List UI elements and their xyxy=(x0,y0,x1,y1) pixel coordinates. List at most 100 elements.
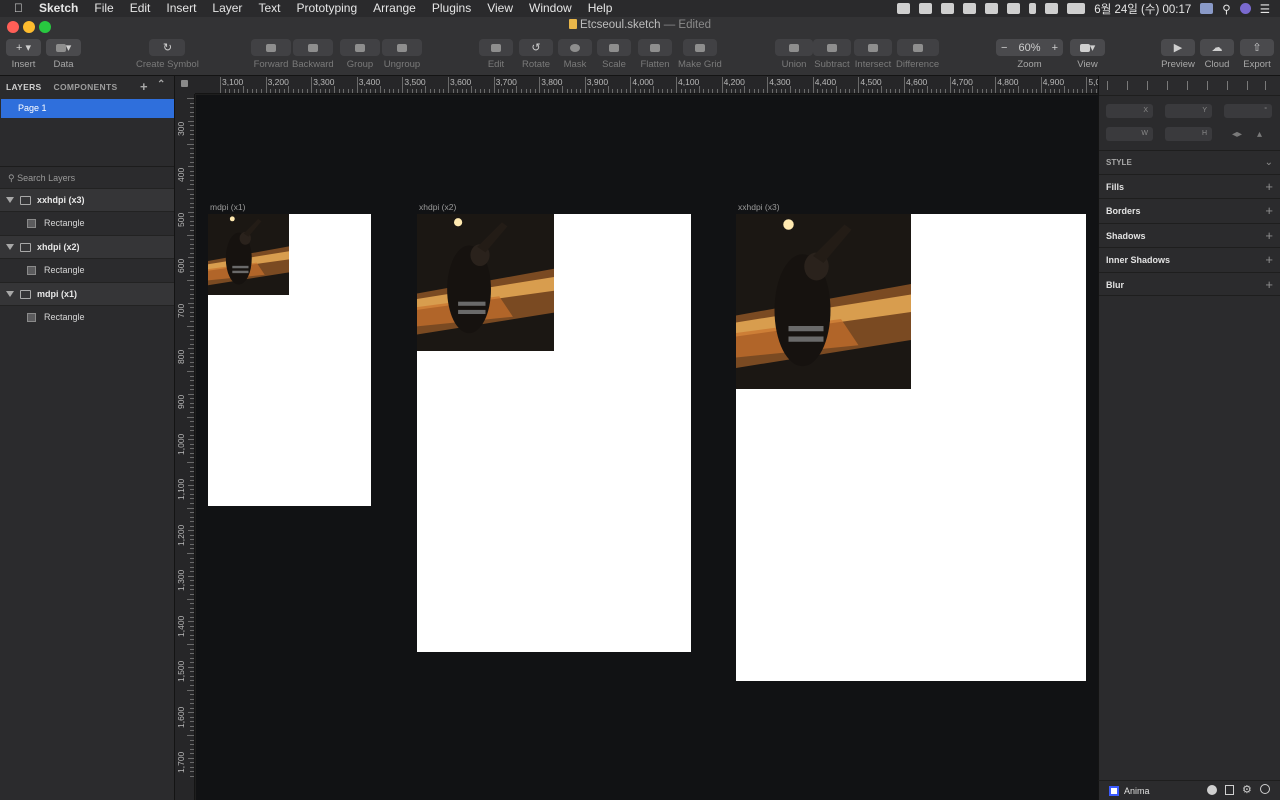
ungroup-icon[interactable] xyxy=(382,39,422,56)
blur-section[interactable]: Blur + xyxy=(1099,272,1280,296)
edit-icon[interactable] xyxy=(479,39,513,56)
menu-help[interactable]: Help xyxy=(580,0,621,17)
union-tool[interactable]: Union xyxy=(775,39,813,70)
add-shadow-icon[interactable]: + xyxy=(1265,224,1273,248)
anima-close-icon[interactable] xyxy=(1260,784,1270,794)
us-flag-icon[interactable] xyxy=(1200,3,1214,14)
disclosure-icon[interactable] xyxy=(6,197,14,203)
photo-rectangle[interactable] xyxy=(417,214,554,351)
dictionary-icon[interactable] xyxy=(963,3,977,14)
flatten-tool[interactable]: Flatten xyxy=(638,39,672,70)
photo-rectangle[interactable] xyxy=(736,214,911,389)
clock-text[interactable]: 6월 24일 (수) 00:17 xyxy=(1094,1,1191,17)
rotation-field[interactable]: ° xyxy=(1224,104,1272,118)
zoom-in-icon[interactable]: + xyxy=(1052,42,1058,54)
menu-file[interactable]: File xyxy=(86,0,121,17)
scale-icon[interactable] xyxy=(597,39,631,56)
cloud-tool[interactable]: ☁ Cloud xyxy=(1200,39,1234,70)
align-middle-icon[interactable] xyxy=(1207,81,1216,90)
apple-icon[interactable]:  xyxy=(0,0,31,17)
x-field[interactable]: X xyxy=(1106,104,1153,118)
anima-settings-icon[interactable]: ⚙ xyxy=(1242,783,1252,796)
edit-tool[interactable]: Edit xyxy=(479,39,513,70)
zoom-control[interactable]: − 60% + Zoom xyxy=(996,39,1063,70)
artboard-xxhdpi[interactable] xyxy=(736,214,1086,681)
rotate-icon[interactable]: ↺ xyxy=(519,39,553,56)
artboard-title[interactable]: xhdpi (x2) xyxy=(419,202,456,212)
menu-plugins[interactable]: Plugins xyxy=(424,0,479,17)
menu-layer[interactable]: Layer xyxy=(204,0,250,17)
tab-components[interactable]: COMPONENTS xyxy=(48,82,124,92)
anima-label[interactable]: Anima xyxy=(1124,786,1150,796)
view-tool[interactable]: ▾ View xyxy=(1070,39,1105,70)
data-layers-icon[interactable]: ▾ xyxy=(46,39,81,56)
zoom-out-icon[interactable]: − xyxy=(1001,42,1007,54)
flip-horizontal-icon[interactable]: ◂▸ xyxy=(1232,129,1242,140)
mask-tool[interactable]: Mask xyxy=(558,39,592,70)
flip-vertical-icon[interactable]: ▴ xyxy=(1257,129,1262,140)
menu-window[interactable]: Window xyxy=(521,0,580,17)
menu-edit[interactable]: Edit xyxy=(122,0,159,17)
mask-icon[interactable] xyxy=(558,39,592,56)
fills-section[interactable]: Fills + xyxy=(1099,174,1280,198)
align-center-icon[interactable] xyxy=(1127,81,1136,90)
artboard-title[interactable]: mdpi (x1) xyxy=(210,202,245,212)
cloud-icon[interactable] xyxy=(919,3,933,14)
intersect-icon[interactable] xyxy=(854,39,892,56)
tab-layers[interactable]: LAYERS xyxy=(0,82,48,92)
add-fill-icon[interactable]: + xyxy=(1265,175,1273,199)
search-layers-placeholder[interactable]: Search Layers xyxy=(17,173,75,183)
create-symbol-tool[interactable]: ↻ Create Symbol xyxy=(136,39,199,70)
add-inner-shadow-icon[interactable]: + xyxy=(1265,248,1273,272)
photo-rectangle[interactable] xyxy=(208,214,289,295)
artboard-mdpi[interactable] xyxy=(208,214,371,506)
menu-text[interactable]: Text xyxy=(250,0,288,17)
export-icon[interactable]: ⇧ xyxy=(1240,39,1274,56)
rotate-tool[interactable]: ↺ Rotate xyxy=(519,39,553,70)
distribute-horizontal-icon[interactable] xyxy=(1147,81,1156,90)
siri-icon[interactable] xyxy=(1239,3,1251,14)
shadows-section[interactable]: Shadows + xyxy=(1099,223,1280,247)
artboard-xhdpi[interactable] xyxy=(417,214,691,652)
zoom-stepper[interactable]: − 60% + xyxy=(996,39,1063,56)
subtract-icon[interactable] xyxy=(813,39,851,56)
ungroup-tool[interactable]: Ungroup xyxy=(382,39,422,70)
preview-tool[interactable]: ▶ Preview xyxy=(1161,39,1195,70)
style-header[interactable]: STYLE ⌄ xyxy=(1099,150,1280,174)
spotlight-icon[interactable]: ⚲ xyxy=(1222,2,1230,16)
layer-rectangle[interactable]: Rectangle xyxy=(0,258,174,281)
borders-section[interactable]: Borders + xyxy=(1099,198,1280,222)
subtract-tool[interactable]: Subtract xyxy=(813,39,851,70)
align-right-icon[interactable] xyxy=(1167,81,1176,90)
menu-app[interactable]: Sketch xyxy=(31,0,86,17)
page-list-item[interactable]: Page 1 xyxy=(1,99,174,118)
layer-group-mdpi[interactable]: mdpi (x1) xyxy=(0,282,174,305)
artboard-title[interactable]: xxhdpi (x3) xyxy=(738,202,780,212)
data-tool[interactable]: ▾ Data xyxy=(46,39,81,70)
plus-icon[interactable]: + ▾ xyxy=(6,39,41,56)
backward-tool[interactable]: Backward xyxy=(292,39,334,70)
disclosure-icon[interactable] xyxy=(6,291,14,297)
vertical-ruler[interactable]: 300 400 500 600 700 800 900 1,000 1,100 1,200 1,30… xyxy=(175,94,195,800)
collapse-pages-icon[interactable]: ⌃ xyxy=(157,79,166,90)
menu-arrange[interactable]: Arrange xyxy=(365,0,424,17)
difference-tool[interactable]: Difference xyxy=(896,39,939,70)
layer-group-xxhdpi[interactable]: xxhdpi (x3) xyxy=(0,188,174,211)
owl-icon[interactable] xyxy=(985,3,999,14)
flatten-icon[interactable] xyxy=(638,39,672,56)
lock-icon[interactable] xyxy=(181,80,188,87)
inner-shadows-section[interactable]: Inner Shadows + xyxy=(1099,247,1280,271)
cloud-upload-icon[interactable]: ☁ xyxy=(1200,39,1234,56)
union-icon[interactable] xyxy=(775,39,813,56)
y-field[interactable]: Y xyxy=(1165,104,1212,118)
make-grid-tool[interactable]: Make Grid xyxy=(678,39,722,70)
grid-icon[interactable] xyxy=(682,39,717,56)
w-field[interactable]: W xyxy=(1106,127,1153,141)
search-layers[interactable]: ⚲ Search Layers xyxy=(0,166,174,188)
intersect-tool[interactable]: Intersect xyxy=(854,39,892,70)
menu-insert[interactable]: Insert xyxy=(158,0,204,17)
layer-group-xhdpi[interactable]: xhdpi (x2) xyxy=(0,235,174,258)
battery-icon[interactable] xyxy=(1067,3,1086,14)
forward-icon[interactable] xyxy=(251,39,291,56)
group-tool[interactable]: Group xyxy=(340,39,380,70)
